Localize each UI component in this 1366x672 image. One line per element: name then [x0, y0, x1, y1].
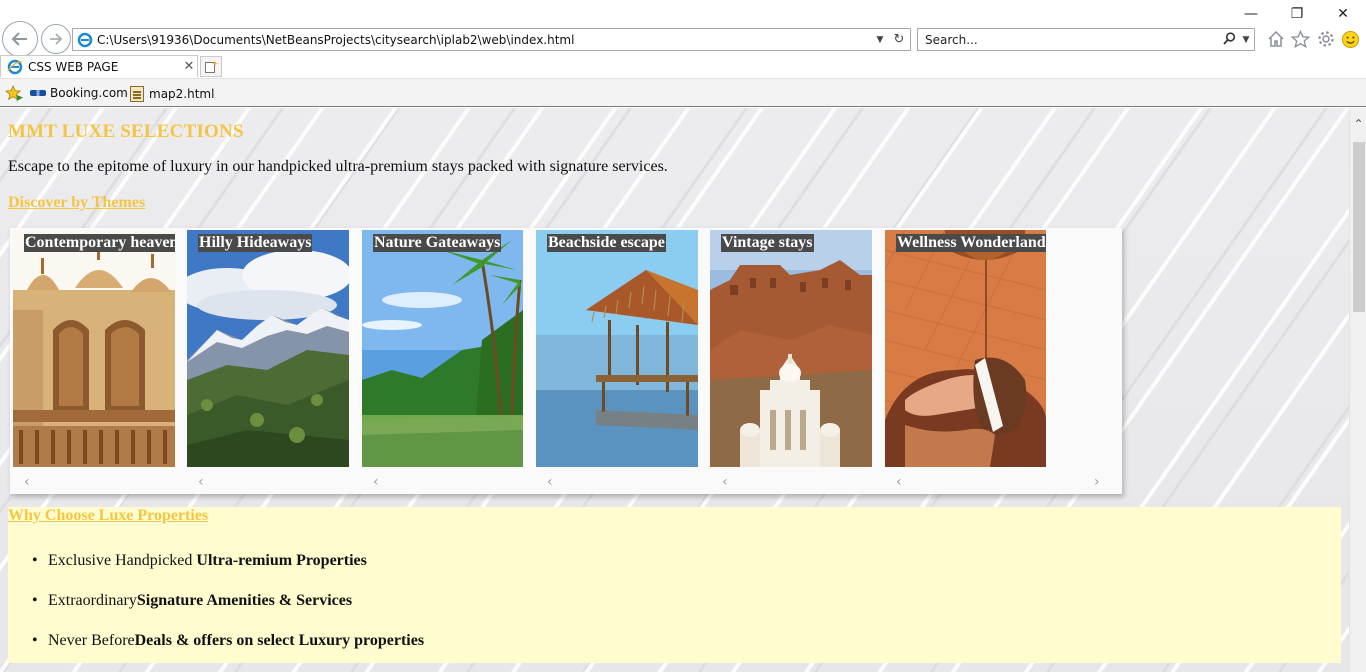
booking-icon — [30, 90, 46, 96]
intro-text: Escape to the epitome of luxury in our h… — [8, 158, 668, 175]
tab-css-web-page[interactable]: CSS WEB PAGE ✕ — [0, 55, 198, 77]
close-window-button[interactable]: ✕ — [1320, 0, 1366, 28]
palace-image — [13, 230, 175, 467]
theme-label-nature: Nature Gateaways — [373, 234, 502, 252]
favorite-map2-label: map2.html — [149, 87, 215, 101]
scroll-left-icon[interactable]: ‹ — [547, 474, 553, 490]
settings-gear-icon[interactable] — [1316, 30, 1335, 49]
tab-title: CSS WEB PAGE — [28, 59, 119, 74]
theme-card-nature[interactable]: Nature Gateaways — [362, 230, 523, 467]
page-title: MMT LUXE SELECTIONS — [8, 121, 244, 142]
list-item: ExtraordinarySignature Amenities & Servi… — [32, 592, 424, 632]
themes-carousel[interactable]: Contemporary heavens Hilly Hideaways Nat… — [10, 228, 1122, 494]
why-item-bold: Ultra-remium Properties — [196, 552, 367, 569]
scroll-left-icon[interactable]: ‹ — [198, 474, 204, 490]
scroll-right-icon[interactable]: › — [1094, 474, 1100, 490]
address-url[interactable]: C:\Users\91936\Documents\NetBeansProject… — [97, 33, 872, 47]
spa-image — [885, 230, 1046, 467]
why-choose-link[interactable]: Why Choose Luxe Properties — [8, 507, 208, 525]
search-box[interactable]: Search... ▼ — [917, 28, 1255, 51]
forward-arrow-icon — [50, 33, 63, 45]
search-input[interactable]: Search... — [925, 33, 1220, 47]
new-tab-icon — [205, 60, 218, 73]
search-icon[interactable] — [1220, 31, 1238, 48]
scroll-left-icon[interactable]: ‹ — [896, 474, 902, 490]
why-item-text: Extraordinary — [48, 592, 137, 609]
scroll-left-icon[interactable]: ‹ — [24, 474, 30, 490]
window-controls: — ❐ ✕ — [1228, 0, 1366, 28]
theme-card-hilly[interactable]: Hilly Hideaways — [187, 230, 349, 467]
scrollbar-thumb[interactable] — [1353, 142, 1365, 312]
add-favorites-icon[interactable] — [5, 85, 23, 102]
refresh-icon[interactable]: ↻ — [888, 32, 910, 47]
new-tab-button[interactable] — [200, 56, 222, 77]
tab-strip: CSS WEB PAGE ✕ — [0, 55, 1366, 77]
palm-lagoon-image — [362, 230, 523, 467]
why-item-bold: Signature Amenities & Services — [136, 592, 353, 609]
theme-card-beach[interactable]: Beachside escape — [536, 230, 698, 467]
address-bar[interactable]: C:\Users\91936\Documents\NetBeansProject… — [72, 28, 911, 51]
theme-label-vintage: Vintage stays — [721, 234, 814, 252]
vertical-scrollbar[interactable]: ⌃ — [1349, 108, 1366, 672]
carousel-scroll-arrows: ‹ ‹ ‹ ‹ ‹ ‹ › — [10, 474, 1122, 490]
mountains-image — [187, 230, 349, 467]
list-item: Exclusive Handpicked Ultra-remium Proper… — [32, 552, 424, 592]
theme-card-contemporary[interactable]: Contemporary heavens — [13, 230, 175, 467]
discover-themes-link[interactable]: Discover by Themes — [8, 194, 145, 212]
list-item: Never BeforeDeals & offers on select Lux… — [32, 632, 424, 672]
favorites-star-icon[interactable] — [1291, 29, 1310, 49]
theme-label-hilly: Hilly Hideaways — [198, 234, 313, 252]
theme-label-wellness: Wellness Wonderland — [896, 234, 1046, 252]
minimize-button[interactable]: — — [1228, 0, 1274, 28]
why-item-text: Never Before — [48, 632, 135, 649]
browser-chrome: — ❐ ✕ C:\Users\91936\Documents\NetBeansP… — [0, 0, 1366, 108]
favorite-map2[interactable]: map2.html — [130, 86, 214, 102]
theme-card-vintage[interactable]: Vintage stays — [710, 230, 872, 467]
restore-button[interactable]: ❐ — [1274, 0, 1320, 28]
search-dropdown-icon[interactable]: ▼ — [1238, 35, 1254, 45]
favorites-bar: Booking.com map2.html — [0, 78, 1366, 107]
beach-hut-image — [536, 230, 698, 467]
favorite-booking-label: Booking.com — [50, 86, 128, 100]
theme-card-wellness[interactable]: Wellness Wonderland — [885, 230, 1046, 467]
page-viewport: MMT LUXE SELECTIONS Escape to the epitom… — [0, 108, 1349, 672]
address-dropdown-icon[interactable]: ▼ — [872, 35, 888, 45]
tab-close-icon[interactable]: ✕ — [181, 59, 197, 74]
back-arrow-icon — [11, 32, 27, 46]
forward-button[interactable] — [41, 24, 71, 54]
fort-image — [710, 230, 872, 467]
why-list: Exclusive Handpicked Ultra-remium Proper… — [32, 552, 424, 672]
ie-tab-icon — [7, 59, 23, 74]
home-icon[interactable] — [1266, 30, 1285, 49]
why-item-text: Exclusive Handpicked — [48, 552, 197, 569]
back-button[interactable] — [2, 21, 38, 57]
scroll-left-icon[interactable]: ‹ — [722, 474, 728, 490]
feedback-smiley-icon[interactable] — [1341, 30, 1360, 49]
favorite-booking[interactable]: Booking.com — [30, 86, 128, 100]
ie-page-icon — [77, 32, 93, 47]
why-item-bold: Deals & offers on select Luxury properti… — [134, 632, 425, 649]
scroll-up-icon[interactable]: ⌃ — [1350, 116, 1366, 132]
toolbar-icons — [1266, 28, 1360, 50]
theme-label-contemporary: Contemporary heavens — [24, 234, 175, 252]
theme-label-beach: Beachside escape — [547, 234, 666, 252]
why-choose-section: Why Choose Luxe Properties Exclusive Han… — [8, 507, 1341, 663]
scroll-left-icon[interactable]: ‹ — [373, 474, 379, 490]
page-icon — [130, 86, 144, 102]
